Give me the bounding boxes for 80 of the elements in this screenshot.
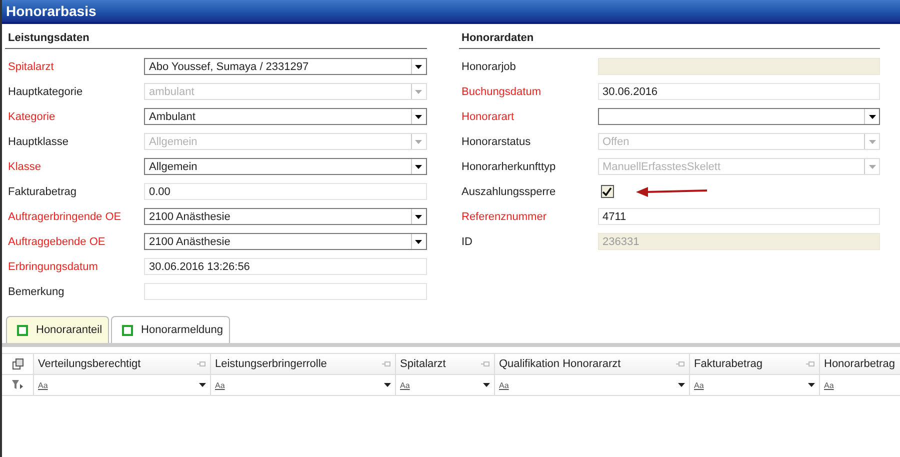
column-header[interactable]: Spitalarzt [396,354,495,374]
field-value: Offen [602,136,630,148]
filter-operator: Aa [499,380,509,390]
field-label: Honorarherkunfttyp [462,160,557,172]
input-field[interactable]: 4711 [598,208,880,225]
filter-field[interactable]: Aa [211,375,396,395]
field-label: Erbringungsdatum [8,260,99,272]
pin-icon[interactable] [197,361,206,367]
square-icon [122,324,134,336]
filter-field[interactable]: Aa [690,375,820,395]
dropdown-field[interactable] [598,108,880,125]
field-label: Auftraggebende OE [8,236,106,248]
window-title: Honorarbasis [2,0,900,24]
filter-field[interactable]: Aa [396,375,495,395]
field-label: Auszahlungssperre [462,186,557,198]
field-label: Bemerkung [8,286,66,298]
field-value: Allgemein [149,160,198,172]
field-value: 2100 Anästhesie [149,236,232,248]
input-field[interactable]: 30.06.2016 13:26:56 [144,258,426,275]
field-label: Kategorie [8,110,56,122]
field-value: Abo Youssef, Sumaya / 2331297 [149,60,310,72]
dropdown-field[interactable]: 2100 Anästhesie [144,208,426,225]
dropdown-field[interactable]: Allgemein [144,158,426,175]
input-field[interactable] [144,283,426,300]
field-label: Auftragerbringende OE [8,210,122,222]
filter-field[interactable]: Aa [495,375,690,395]
caret-icon [678,383,685,387]
field-label: Spitalarzt [8,60,55,72]
dropdown-field[interactable]: Abo Youssef, Sumaya / 2331297 [144,58,426,75]
field-label: Fakturabetrag [8,186,78,198]
field-label: Klasse [8,160,42,172]
caret-icon [808,383,815,387]
filter-operator: Aa [824,380,834,390]
filter-field[interactable]: Aa [34,375,211,395]
dropdown-field[interactable]: Ambulant [144,108,426,125]
input-field[interactable] [598,58,880,75]
square-icon [17,324,28,336]
columns-icon[interactable] [12,358,24,370]
column-header[interactable]: Fakturabetrag [690,354,820,374]
column-header[interactable]: Leistungserbringerrolle [211,354,396,374]
dropdown-field[interactable]: 2100 Anästhesie [144,233,426,250]
column-header[interactable]: Qualifikation Honorararzt [495,354,690,374]
filter-operator: Aa [694,380,704,390]
pin-icon[interactable] [481,361,490,367]
pin-icon[interactable] [806,361,815,367]
field-label: Honorarstatus [462,136,532,148]
field-label: ID [462,236,474,248]
field-value: Allgemein [149,136,198,148]
field-label: Hauptkategorie [8,86,84,98]
filter-operator: Aa [400,380,410,390]
field-value: ambulant [149,86,196,98]
field-label: Buchungsdatum [462,86,542,98]
checkbox[interactable] [600,185,614,198]
field-value: ManuellErfasstesSkelett [602,160,722,172]
section-title: Honorardaten [458,24,880,49]
field-label: Honorarart [462,110,516,122]
tab[interactable]: Honoraranteil [6,316,110,343]
filter-operator: Aa [215,380,225,390]
caret-icon [199,383,206,387]
caret-icon [864,159,879,174]
field-label: Referenznummer [462,210,548,222]
arrow-icon [636,186,708,198]
filter-icon[interactable] [12,380,23,390]
filter-operator: Aa [38,380,48,390]
column-header[interactable]: Verteilungsberechtigt [34,354,211,374]
field-value: 2100 Anästhesie [149,210,232,222]
filter-field[interactable]: Aa [820,375,900,395]
caret-icon [864,109,879,124]
caret-icon [864,134,879,149]
section-title: Leistungsdaten [5,24,426,49]
field-label: Honorarjob [462,60,517,72]
input-field[interactable]: 30.06.2016 [598,83,880,100]
caret-icon [483,383,490,387]
field-label: Hauptklasse [8,136,70,148]
tab[interactable]: Honorarmeldung [111,316,230,343]
pin-icon[interactable] [676,361,685,367]
input-field[interactable]: 0.00 [144,183,426,200]
caret-icon [384,383,391,387]
field-value: Ambulant [149,110,196,122]
pin-icon[interactable] [382,361,391,367]
